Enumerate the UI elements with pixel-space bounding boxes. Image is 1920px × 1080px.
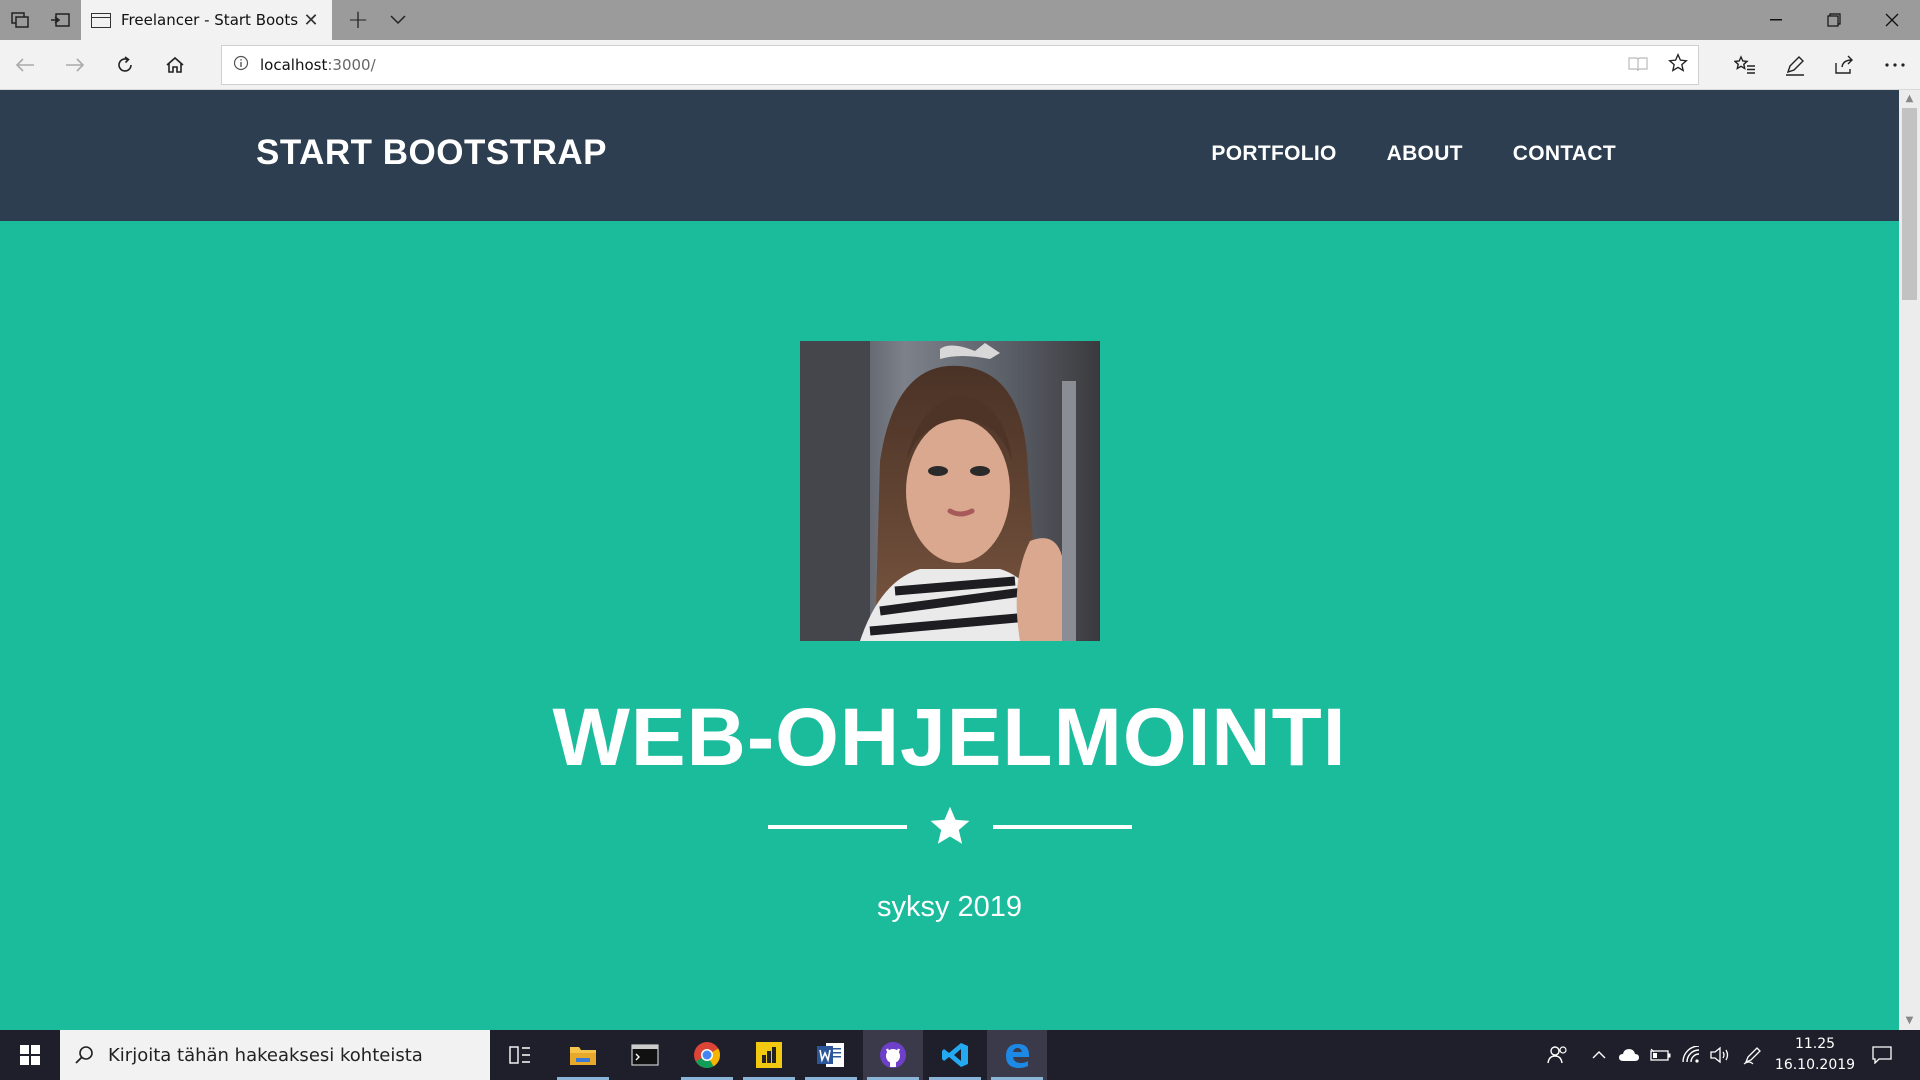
masthead-subheading: syksy 2019 <box>876 891 1023 923</box>
refresh-button[interactable] <box>100 40 150 90</box>
divider-line-left <box>768 825 907 829</box>
masthead: WEB-OHJELMOINTI syksy 2019 <box>0 221 1899 1030</box>
scroll-thumb[interactable] <box>1902 108 1917 300</box>
taskbar-clock[interactable]: 11.25 16.10.2019 <box>1772 1034 1858 1076</box>
url-path: :3000/ <box>327 56 376 74</box>
browser-tab-active[interactable]: Freelancer - Start Boots ✕ <box>81 0 332 40</box>
windows-start-button[interactable] <box>0 1030 60 1080</box>
windows-ink-icon[interactable] <box>1738 1030 1768 1080</box>
power-bi-icon[interactable] <box>739 1030 799 1080</box>
masthead-heading: WEB-OHJELMOINTI <box>552 692 1347 783</box>
back-button[interactable] <box>0 40 50 90</box>
notifications-icon[interactable] <box>1862 1030 1902 1080</box>
battery-icon[interactable] <box>1646 1030 1676 1080</box>
people-icon[interactable] <box>1540 1030 1576 1080</box>
set-aside-tabs-icon[interactable] <box>0 0 40 40</box>
task-view-icon[interactable] <box>490 1030 550 1080</box>
site-info-icon[interactable] <box>222 55 260 75</box>
volume-icon[interactable] <box>1706 1030 1736 1080</box>
onedrive-icon[interactable] <box>1614 1030 1644 1080</box>
more-options-icon[interactable] <box>1870 40 1920 90</box>
close-tab-icon[interactable]: ✕ <box>300 10 322 31</box>
profile-photo <box>800 341 1100 641</box>
star-icon <box>928 804 972 852</box>
url-host: localhost <box>260 56 328 74</box>
pen-icon[interactable] <box>1770 40 1820 90</box>
address-field[interactable]: localhost:3000/ <box>221 45 1699 85</box>
page-viewport: START BOOTSTRAP PORTFOLIO ABOUT CONTACT <box>0 90 1899 1030</box>
scroll-up-arrow[interactable]: ▲ <box>1899 90 1920 108</box>
brand-link[interactable]: START BOOTSTRAP <box>256 133 607 173</box>
terminal-icon[interactable] <box>615 1030 675 1080</box>
chevron-up-icon[interactable] <box>1584 1030 1614 1080</box>
vscode-icon[interactable] <box>925 1030 985 1080</box>
favorite-star-icon[interactable] <box>1658 52 1698 78</box>
restore-button[interactable] <box>1806 0 1862 40</box>
nav-link-portfolio[interactable]: PORTFOLIO <box>1211 142 1336 166</box>
chevron-down-icon[interactable] <box>380 0 416 40</box>
page-scrollbar[interactable]: ▲ ▼ <box>1899 90 1920 1030</box>
new-tab-button[interactable]: + <box>340 0 376 40</box>
clock-time: 11.25 <box>1794 1036 1836 1052</box>
github-desktop-icon[interactable] <box>863 1030 923 1080</box>
site-navbar: START BOOTSTRAP PORTFOLIO ABOUT CONTACT <box>0 90 1899 221</box>
clock-date: 16.10.2019 <box>1774 1057 1856 1073</box>
tabs-aside-icon[interactable] <box>40 0 80 40</box>
nav-link-about[interactable]: ABOUT <box>1387 142 1463 166</box>
taskbar-search-box[interactable]: Kirjoita tähän hakeaksesi kohteista <box>60 1030 490 1080</box>
word-icon[interactable] <box>801 1030 861 1080</box>
search-placeholder: Kirjoita tähän hakeaksesi kohteista <box>108 1044 423 1066</box>
forward-button[interactable] <box>50 40 100 90</box>
browser-tab-bar: Freelancer - Start Boots ✕ + <box>0 0 1920 40</box>
divider-line-right <box>993 825 1132 829</box>
star-divider <box>768 804 1132 848</box>
reading-view-icon[interactable] <box>1618 53 1658 77</box>
site-nav-links: PORTFOLIO ABOUT CONTACT <box>1211 142 1616 166</box>
url-text: localhost:3000/ <box>260 56 1618 74</box>
page-icon <box>91 12 111 28</box>
wifi-icon[interactable] <box>1676 1030 1706 1080</box>
windows-taskbar: Kirjoita tähän hakeaksesi kohteista 11.2… <box>0 1030 1920 1080</box>
file-explorer-icon[interactable] <box>553 1030 613 1080</box>
search-icon <box>60 1045 108 1065</box>
tab-title: Freelancer - Start Boots <box>121 11 299 29</box>
scroll-down-arrow[interactable]: ▼ <box>1899 1012 1920 1030</box>
minimize-button[interactable] <box>1748 0 1804 40</box>
home-button[interactable] <box>150 40 200 90</box>
share-icon[interactable] <box>1820 40 1870 90</box>
chrome-icon[interactable] <box>677 1030 737 1080</box>
favorites-list-icon[interactable] <box>1720 40 1770 90</box>
close-window-button[interactable] <box>1864 0 1920 40</box>
nav-link-contact[interactable]: CONTACT <box>1513 142 1616 166</box>
edge-icon[interactable] <box>987 1030 1047 1080</box>
browser-toolbar: localhost:3000/ <box>0 40 1920 90</box>
